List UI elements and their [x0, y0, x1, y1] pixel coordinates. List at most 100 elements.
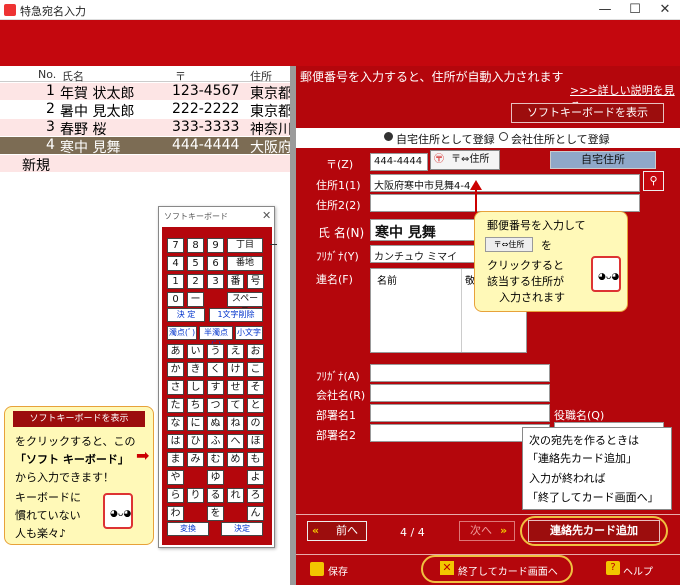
- key-3[interactable]: 3: [207, 274, 224, 289]
- table-row[interactable]: 3 春野 桜 333-3333 神奈川: [0, 119, 290, 138]
- col-header-no[interactable]: No.: [38, 68, 56, 81]
- key-9[interactable]: 9: [207, 238, 224, 253]
- key-kana[interactable]: ひ: [187, 434, 204, 449]
- radio-home[interactable]: [384, 132, 393, 141]
- show-soft-keyboard-button[interactable]: ソフトキーボードを表示: [511, 103, 664, 123]
- key-kana[interactable]: の: [247, 416, 264, 431]
- key-kana[interactable]: ほ: [247, 434, 264, 449]
- maximize-button[interactable]: ☐: [620, 0, 650, 20]
- key-kana[interactable]: る: [207, 488, 224, 503]
- key-dakuten[interactable]: 濁点(ﾞ): [167, 326, 197, 340]
- key-1[interactable]: 1: [167, 274, 184, 289]
- address2-input[interactable]: [370, 194, 640, 212]
- col-header-address[interactable]: 住所: [250, 68, 272, 84]
- radio-work-label[interactable]: 会社住所として登録: [511, 131, 610, 147]
- key-kana[interactable]: ぬ: [207, 416, 224, 431]
- key-kana[interactable]: た: [167, 398, 184, 413]
- key-kana[interactable]: み: [187, 452, 204, 467]
- key-kana[interactable]: は: [167, 434, 184, 449]
- key-kana[interactable]: く: [207, 362, 224, 377]
- minimize-button[interactable]: —: [590, 0, 620, 20]
- key-kana[interactable]: え: [227, 344, 244, 359]
- table-row[interactable]: 2 暑中 見太郎 222-2222 東京都: [0, 101, 290, 120]
- map-pin-icon[interactable]: ⚲: [643, 171, 664, 191]
- key-号[interactable]: 号: [247, 274, 264, 289]
- key-kana[interactable]: や: [167, 470, 184, 485]
- key-kana[interactable]: ち: [187, 398, 204, 413]
- key-kana[interactable]: す: [207, 380, 224, 395]
- key-enter[interactable]: 決定: [221, 522, 263, 536]
- key-kana[interactable]: を: [207, 506, 224, 521]
- key-kana[interactable]: ゆ: [207, 470, 224, 485]
- key-kana[interactable]: ふ: [207, 434, 224, 449]
- key-kana[interactable]: ね: [227, 416, 244, 431]
- key-kana[interactable]: う: [207, 344, 224, 359]
- key-kana[interactable]: お: [247, 344, 264, 359]
- key-backspace[interactable]: 1文字削除: [209, 308, 263, 322]
- key-small-kana[interactable]: 小文字: [235, 326, 263, 340]
- key-confirm[interactable]: 決 定: [167, 308, 205, 322]
- key-convert[interactable]: 変換: [167, 522, 209, 536]
- key-kana[interactable]: り: [187, 488, 204, 503]
- key-kana[interactable]: か: [167, 362, 184, 377]
- key-kana[interactable]: い: [187, 344, 204, 359]
- prev-button[interactable]: « 前へ: [307, 521, 367, 541]
- key-kana[interactable]: め: [227, 452, 244, 467]
- key-丁目[interactable]: 丁目: [227, 238, 263, 253]
- key-6[interactable]: 6: [207, 256, 224, 271]
- key-long-vowel[interactable]: ー: [187, 292, 204, 307]
- key-kana[interactable]: ま: [167, 452, 184, 467]
- radio-work[interactable]: [499, 132, 508, 141]
- key-handakuten[interactable]: 半濁点(ﾟ): [199, 326, 233, 349]
- key-8[interactable]: 8: [187, 238, 204, 253]
- key-zero[interactable]: 0: [167, 292, 184, 307]
- key-kana[interactable]: ろ: [247, 488, 264, 503]
- key-7[interactable]: 7: [167, 238, 184, 253]
- help-button[interactable]: ヘルプ: [623, 563, 653, 578]
- furigana-input[interactable]: カンチュウ ミマイ: [370, 245, 480, 263]
- department1-input[interactable]: [370, 404, 550, 422]
- key-4[interactable]: 4: [167, 256, 184, 271]
- col-header-name[interactable]: 氏名: [62, 68, 84, 84]
- table-row[interactable]: 1 年賀 状太郎 123-4567 東京都: [0, 83, 290, 102]
- key-kana[interactable]: あ: [167, 344, 184, 359]
- key-kana[interactable]: て: [227, 398, 244, 413]
- key-kana[interactable]: に: [187, 416, 204, 431]
- key-kana[interactable]: せ: [227, 380, 244, 395]
- key-kana[interactable]: も: [247, 452, 264, 467]
- key-kana[interactable]: な: [167, 416, 184, 431]
- soft-keyboard-close-icon[interactable]: ✕: [262, 209, 271, 222]
- key-kana[interactable]: け: [227, 362, 244, 377]
- key-kana[interactable]: へ: [227, 434, 244, 449]
- key-kana[interactable]: ん: [247, 506, 264, 521]
- key-2[interactable]: 2: [187, 274, 204, 289]
- key-kana[interactable]: れ: [227, 488, 244, 503]
- name-input[interactable]: 寒中 見舞: [370, 219, 480, 241]
- key-kana[interactable]: さ: [167, 380, 184, 395]
- radio-home-label[interactable]: 自宅住所として登録: [396, 131, 495, 147]
- table-row-new[interactable]: 新規: [0, 155, 290, 174]
- key-番地[interactable]: 番地: [227, 256, 263, 271]
- next-button[interactable]: 次へ »: [459, 521, 515, 541]
- company-furigana-input[interactable]: [370, 364, 550, 382]
- key-番[interactable]: 番: [227, 274, 244, 289]
- finish-to-card-button[interactable]: 終了してカード画面へ: [458, 563, 558, 578]
- address1-input[interactable]: 大阪府寒中市見舞4-4: [370, 174, 640, 192]
- key-kana[interactable]: わ: [167, 506, 184, 521]
- zip-input[interactable]: 444-4444: [370, 153, 428, 171]
- close-button[interactable]: ✕: [650, 0, 680, 20]
- key-kana[interactable]: ら: [167, 488, 184, 503]
- key-kana[interactable]: こ: [247, 362, 264, 377]
- zip-to-address-button[interactable]: 〶 〒⇔住所: [430, 150, 500, 170]
- col-header-zip[interactable]: 〒: [175, 68, 186, 84]
- key-kana[interactable]: む: [207, 452, 224, 467]
- company-input[interactable]: [370, 384, 550, 402]
- key-kana[interactable]: き: [187, 362, 204, 377]
- key-kana[interactable]: し: [187, 380, 204, 395]
- save-button[interactable]: 保存: [328, 563, 348, 578]
- table-row-selected[interactable]: 4 寒中 見舞 444-4444 大阪府: [0, 137, 290, 156]
- key-5[interactable]: 5: [187, 256, 204, 271]
- key-space[interactable]: スペース: [227, 292, 263, 317]
- key-kana[interactable]: よ: [247, 470, 264, 485]
- key-kana[interactable]: つ: [207, 398, 224, 413]
